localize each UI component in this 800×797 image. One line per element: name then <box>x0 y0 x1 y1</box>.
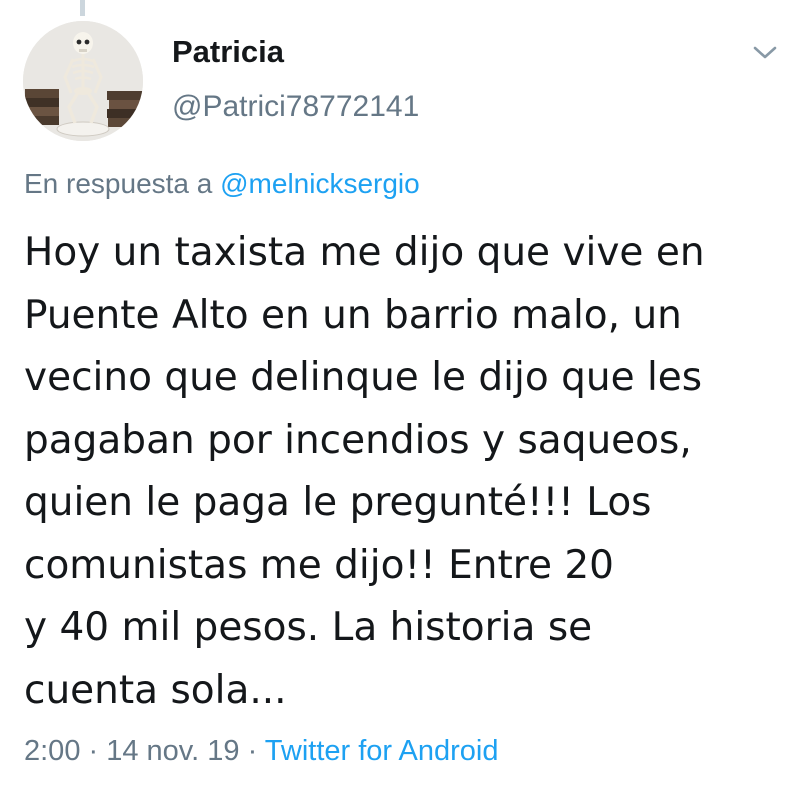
tweet-card: Patricia @Patrici78772141 En respuesta a… <box>0 0 800 797</box>
tweet-text-line: quien le paga le pregunté!!! Los <box>24 480 652 525</box>
meta-separator: · <box>80 735 107 767</box>
tweet-text-line: vecino que delinque le dijo que les <box>24 355 703 400</box>
reply-context: En respuesta a @melnicksergio <box>24 168 420 200</box>
tweet-source-link[interactable]: Twitter for Android <box>265 735 499 767</box>
tweet-text-line: comunistas me dijo!! Entre 20 <box>24 542 614 588</box>
tweet-text-line: Puente Alto en un barrio malo, un <box>24 292 682 338</box>
chevron-down-icon[interactable] <box>748 40 782 64</box>
tweet-text-line: Hoy un taxista me dijo que vive en <box>24 230 705 275</box>
avatar[interactable] <box>23 21 143 141</box>
author-handle[interactable]: @Patrici78772141 <box>172 90 419 124</box>
thread-connector-line <box>80 0 85 16</box>
skeleton-figure-avatar-icon <box>23 21 143 141</box>
tweet-text-line: y 40 mil pesos. La historia se <box>24 605 593 650</box>
reply-mention-link[interactable]: @melnicksergio <box>220 168 420 199</box>
meta-separator: · <box>239 735 265 767</box>
author-name[interactable]: Patricia <box>172 34 284 70</box>
tweet-text-line: pagaban por incendios y saqueos, <box>24 417 692 463</box>
tweet-text: Hoy un taxista me dijo que vive en Puent… <box>24 222 794 722</box>
reply-prefix: En respuesta a <box>24 168 221 199</box>
tweet-date[interactable]: 14 nov. 19 <box>106 735 239 767</box>
tweet-text-line: cuenta sola... <box>24 667 287 713</box>
tweet-time[interactable]: 2:00 <box>24 735 80 767</box>
tweet-metadata: 2:00 · 14 nov. 19 · Twitter for Android <box>24 735 499 768</box>
